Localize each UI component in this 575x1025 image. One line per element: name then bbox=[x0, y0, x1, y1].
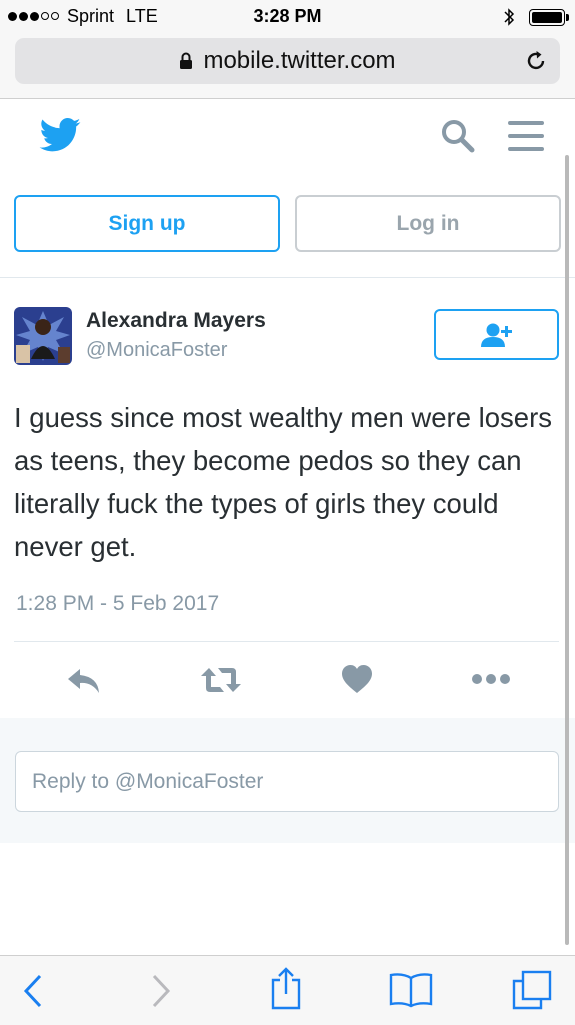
avatar[interactable] bbox=[14, 307, 72, 365]
tweet-text: I guess since most wealthy men were lose… bbox=[14, 402, 552, 562]
status-bar: Sprint LTE 3:28 PM bbox=[0, 0, 575, 34]
reload-icon[interactable] bbox=[524, 49, 548, 73]
share-icon[interactable] bbox=[270, 966, 302, 1010]
status-time: 3:28 PM bbox=[253, 6, 322, 26]
back-icon[interactable] bbox=[22, 974, 44, 1008]
bluetooth-icon bbox=[504, 8, 515, 26]
reply-input[interactable] bbox=[15, 751, 559, 812]
display-name[interactable]: Alexandra Mayers bbox=[86, 309, 266, 333]
more-icon[interactable] bbox=[471, 673, 511, 685]
bookmarks-icon[interactable] bbox=[389, 972, 433, 1008]
tweet-timestamp[interactable]: 1:28 PM - 5 Feb 2017 bbox=[16, 592, 219, 616]
twitter-bird-icon[interactable] bbox=[39, 118, 81, 152]
like-icon[interactable] bbox=[341, 664, 373, 694]
battery-icon bbox=[529, 8, 569, 26]
divider bbox=[14, 641, 559, 642]
sign-up-button[interactable]: Sign up bbox=[14, 195, 280, 252]
search-icon[interactable] bbox=[440, 118, 476, 154]
tweet-actions bbox=[0, 660, 575, 700]
url-text: mobile.twitter.com bbox=[203, 47, 396, 74]
user-handle[interactable]: @MonicaFoster bbox=[86, 339, 227, 362]
divider bbox=[0, 277, 575, 278]
lock-icon bbox=[180, 52, 193, 69]
address-bar[interactable]: mobile.twitter.com bbox=[15, 38, 560, 84]
menu-icon[interactable] bbox=[507, 120, 545, 152]
tabs-icon[interactable] bbox=[512, 970, 552, 1010]
browser-toolbar bbox=[0, 955, 575, 1025]
log-in-button[interactable]: Log in bbox=[295, 195, 561, 252]
forward-icon[interactable] bbox=[150, 974, 172, 1008]
retweet-icon[interactable] bbox=[200, 666, 242, 694]
browser-bar: mobile.twitter.com bbox=[0, 34, 575, 99]
follow-button[interactable] bbox=[434, 309, 559, 360]
follow-icon bbox=[480, 323, 512, 347]
reply-icon[interactable] bbox=[66, 666, 102, 696]
site-header bbox=[0, 99, 575, 179]
scrollbar[interactable] bbox=[565, 155, 569, 945]
